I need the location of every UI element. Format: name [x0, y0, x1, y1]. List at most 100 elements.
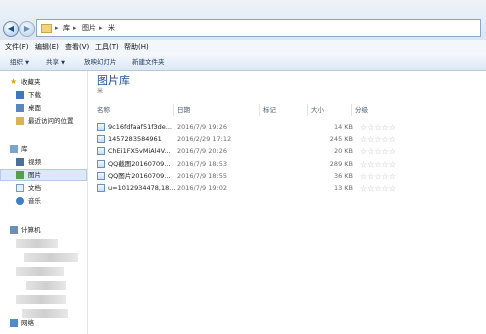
computer-icon	[10, 226, 18, 234]
column-header-size[interactable]: 大小	[311, 106, 324, 115]
file-date: 2016/2/29 17:12	[177, 135, 232, 144]
menu-edit[interactable]: 编辑(E)	[35, 42, 59, 52]
menu-help[interactable]: 帮助(H)	[124, 42, 149, 52]
blurred-drive-item	[16, 295, 66, 304]
star-icon: ★	[10, 77, 18, 86]
file-size: 289 KB	[329, 159, 353, 168]
breadcrumb-item-current[interactable]: 米	[108, 23, 115, 33]
image-file-icon	[97, 171, 105, 180]
file-size: 20 KB	[333, 147, 353, 156]
file-name: 1457283584961	[108, 135, 162, 144]
breadcrumb-separator: ▸	[73, 24, 77, 32]
table-row[interactable]: QQ截图20160709... 2016/7/9 18:53 289 KB ☆☆☆☆☆	[95, 159, 396, 170]
music-icon	[16, 197, 24, 205]
blurred-drive-item	[16, 239, 58, 248]
column-header-tags[interactable]: 标记	[263, 106, 276, 115]
pictures-icon	[16, 171, 24, 179]
back-button[interactable]: ◀	[3, 21, 19, 37]
file-name: u=1012934478,18...	[108, 184, 176, 192]
menu-view[interactable]: 查看(V)	[65, 42, 89, 52]
image-file-icon	[97, 135, 105, 144]
organize-button[interactable]: 组织 ▼	[10, 57, 29, 68]
breadcrumb-item-library[interactable]: 库	[63, 23, 70, 33]
blurred-drive-item	[16, 267, 64, 276]
slideshow-button[interactable]: 放映幻灯片	[84, 57, 117, 67]
menu-tools[interactable]: 工具(T)	[95, 42, 119, 52]
sidebar-item-libraries[interactable]: 库	[21, 144, 28, 154]
chevron-down-icon: ▼	[61, 60, 65, 66]
image-file-icon	[97, 159, 105, 168]
column-header-name[interactable]: 名称	[97, 106, 110, 115]
column-divider[interactable]	[259, 104, 260, 116]
sidebar-item-recent[interactable]: 最近访问的位置	[28, 116, 74, 126]
table-row[interactable]: 9c16fdfaaf51f3de... 2016/7/9 19:26 14 KB ☆☆…	[95, 122, 396, 133]
rating-stars[interactable]: ☆☆☆☆☆	[360, 146, 396, 157]
chevron-down-icon: ▼	[25, 60, 29, 66]
forward-button[interactable]: ▶	[19, 21, 35, 37]
image-file-icon	[97, 123, 105, 131]
image-file-icon	[97, 147, 105, 156]
sidebar-item-music[interactable]: 音乐	[28, 196, 41, 206]
recent-places-icon	[16, 117, 24, 125]
breadcrumb-separator: ▸	[99, 24, 103, 32]
column-header-rating[interactable]: 分级	[355, 106, 368, 115]
breadcrumb-item-pictures[interactable]: 图片	[82, 23, 96, 33]
sidebar-item-desktop[interactable]: 桌面	[28, 103, 41, 113]
file-date: 2016/7/9 18:55	[177, 171, 227, 180]
library-subtitle: 米	[97, 88, 104, 95]
file-size: 13 KB	[333, 184, 353, 192]
file-size: 14 KB	[333, 123, 353, 131]
file-date: 2016/7/9 19:26	[177, 123, 227, 131]
back-arrow-icon: ◀	[7, 24, 15, 33]
column-divider[interactable]	[307, 104, 308, 116]
library-icon	[10, 145, 18, 153]
address-bar[interactable]: ▸ 库 ▸ 图片 ▸ 米	[36, 19, 481, 37]
column-header-date[interactable]: 日期	[177, 106, 190, 115]
table-row[interactable]: ChEi1FX5vMiAl4V... 2016/7/9 20:26 20 KB ☆☆☆…	[95, 146, 396, 157]
command-toolbar: 组织 ▼ 共享 ▼ 放映幻灯片 新建文件夹	[0, 53, 486, 71]
forward-arrow-icon: ▶	[23, 24, 31, 33]
rating-stars[interactable]: ☆☆☆☆☆	[360, 171, 396, 182]
folder-icon	[41, 24, 52, 33]
blurred-drive-item	[24, 253, 78, 262]
table-row[interactable]: u=1012934478,18... 2016/7/9 19:02 13 KB ☆☆☆…	[95, 183, 396, 194]
sidebar-item-documents[interactable]: 文档	[28, 183, 41, 193]
menu-file[interactable]: 文件(F)	[5, 42, 29, 52]
rating-stars[interactable]: ☆☆☆☆☆	[360, 159, 396, 170]
file-list-pane: 图片库 米 名称 日期 标记 大小 分级 9c16fdfaaf51f3de...…	[89, 71, 486, 334]
sidebar-item-favorites[interactable]: 收藏夹	[21, 77, 41, 87]
downloads-icon	[16, 91, 24, 99]
library-title: 图片库	[97, 74, 130, 87]
rating-stars[interactable]: ☆☆☆☆☆	[360, 122, 396, 133]
new-folder-button[interactable]: 新建文件夹	[132, 57, 165, 67]
sidebar-item-videos[interactable]: 视频	[28, 157, 41, 167]
sidebar-item-downloads[interactable]: 下载	[28, 90, 41, 100]
rating-stars[interactable]: ☆☆☆☆☆	[360, 134, 396, 145]
sidebar-item-pictures[interactable]: 图片	[28, 170, 41, 180]
file-name: QQ截图20160709...	[108, 159, 171, 168]
file-name: ChEi1FX5vMiAl4V...	[108, 147, 171, 156]
file-name: QQ图片20160709...	[108, 171, 171, 180]
menu-bar: 文件(F) 编辑(E) 查看(V) 工具(T) 帮助(H)	[0, 40, 486, 53]
file-size: 36 KB	[333, 171, 353, 180]
file-name: 9c16fdfaaf51f3de...	[108, 123, 172, 131]
share-button[interactable]: 共享 ▼	[46, 57, 65, 68]
sidebar-selection-highlight	[0, 169, 87, 181]
column-divider[interactable]	[173, 104, 174, 116]
file-date: 2016/7/9 18:53	[177, 159, 227, 168]
table-row[interactable]: QQ图片20160709... 2016/7/9 18:55 36 KB ☆☆☆☆☆	[95, 171, 396, 182]
desktop-icon	[16, 104, 24, 112]
navigation-pane: ★ 收藏夹 下载 桌面 最近访问的位置 库 视频 图片 文档 音乐 计算机 网络	[0, 71, 88, 334]
rating-stars[interactable]: ☆☆☆☆☆	[360, 183, 396, 194]
blurred-drive-item	[22, 309, 68, 318]
column-divider[interactable]	[351, 104, 352, 116]
videos-icon	[16, 158, 24, 166]
image-file-icon	[97, 184, 105, 192]
table-row[interactable]: 1457283584961 2016/2/29 17:12 245 KB ☆☆☆☆☆	[95, 134, 396, 145]
file-size: 245 KB	[329, 135, 353, 144]
sidebar-item-network[interactable]: 网络	[21, 318, 34, 328]
network-icon	[10, 319, 18, 327]
blurred-drive-item	[26, 281, 66, 290]
sidebar-item-computer[interactable]: 计算机	[21, 225, 41, 235]
share-label: 共享	[46, 58, 59, 66]
